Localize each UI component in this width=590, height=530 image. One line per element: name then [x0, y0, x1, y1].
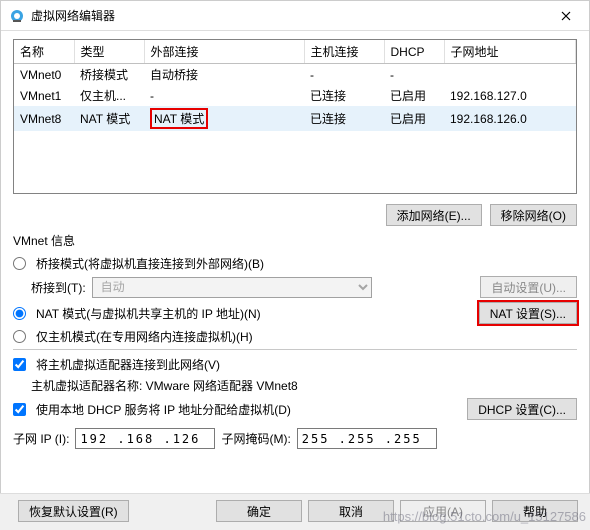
col-dhcp[interactable]: DHCP [384, 40, 444, 64]
dhcp-checkbox[interactable] [13, 403, 26, 416]
subnet-mask-input[interactable] [297, 428, 437, 449]
host-adapter-label: 将主机虚拟适配器连接到此网络(V) [36, 356, 220, 373]
remove-network-button[interactable]: 移除网络(O) [490, 204, 577, 226]
hostonly-radio[interactable] [13, 330, 26, 343]
restore-defaults-button[interactable]: 恢复默认设置(R) [18, 500, 129, 522]
window-title: 虚拟网络编辑器 [31, 7, 543, 24]
dhcp-label: 使用本地 DHCP 服务将 IP 地址分配给虚拟机(D) [36, 401, 291, 418]
add-network-button[interactable]: 添加网络(E)... [386, 204, 482, 226]
bridge-target-select: 自动 [92, 277, 372, 298]
bridge-label: 桥接模式(将虚拟机直接连接到外部网络)(B) [36, 255, 264, 272]
dialog-footer: 恢复默认设置(R) 确定 取消 应用(A) 帮助 [0, 493, 590, 530]
nat-settings-button[interactable]: NAT 设置(S)... [479, 302, 577, 324]
subnet-ip-label: 子网 IP (I): [13, 430, 69, 447]
subnet-ip-input[interactable] [75, 428, 215, 449]
col-subnet[interactable]: 子网地址 [444, 40, 576, 64]
nat-radio[interactable] [13, 307, 26, 320]
nat-mode-highlight: NAT 模式 [150, 108, 208, 129]
vmnet-table[interactable]: 名称 类型 外部连接 主机连接 DHCP 子网地址 VMnet0 桥接模式 自动… [13, 39, 577, 194]
hostonly-label: 仅主机模式(在专用网络内连接虚拟机)(H) [36, 328, 253, 345]
vmnet-info-label: VMnet 信息 [13, 232, 577, 249]
col-host[interactable]: 主机连接 [304, 40, 384, 64]
close-button[interactable] [543, 1, 589, 31]
table-row-selected[interactable]: VMnet8 NAT 模式 NAT 模式 已连接 已启用 192.168.126… [14, 106, 576, 131]
table-row[interactable]: VMnet1 仅主机... - 已连接 已启用 192.168.127.0 [14, 85, 576, 106]
col-type[interactable]: 类型 [74, 40, 144, 64]
help-button[interactable]: 帮助 [492, 500, 578, 522]
col-external[interactable]: 外部连接 [144, 40, 304, 64]
titlebar: 虚拟网络编辑器 [1, 1, 589, 31]
auto-settings-button: 自动设置(U)... [480, 276, 577, 298]
nat-label: NAT 模式(与虚拟机共享主机的 IP 地址)(N) [36, 305, 261, 322]
cancel-button[interactable]: 取消 [308, 500, 394, 522]
apply-button: 应用(A) [400, 500, 486, 522]
host-adapter-sub: 主机虚拟适配器名称: VMware 网络适配器 VMnet8 [31, 377, 298, 394]
table-row[interactable]: VMnet0 桥接模式 自动桥接 - - [14, 64, 576, 86]
col-name[interactable]: 名称 [14, 40, 74, 64]
bridge-radio[interactable] [13, 257, 26, 270]
ok-button[interactable]: 确定 [216, 500, 302, 522]
dhcp-settings-button[interactable]: DHCP 设置(C)... [467, 398, 577, 420]
subnet-mask-label: 子网掩码(M): [221, 430, 290, 447]
host-adapter-checkbox[interactable] [13, 358, 26, 371]
bridge-target-label: 桥接到(T): [31, 279, 86, 296]
app-icon [9, 8, 25, 24]
